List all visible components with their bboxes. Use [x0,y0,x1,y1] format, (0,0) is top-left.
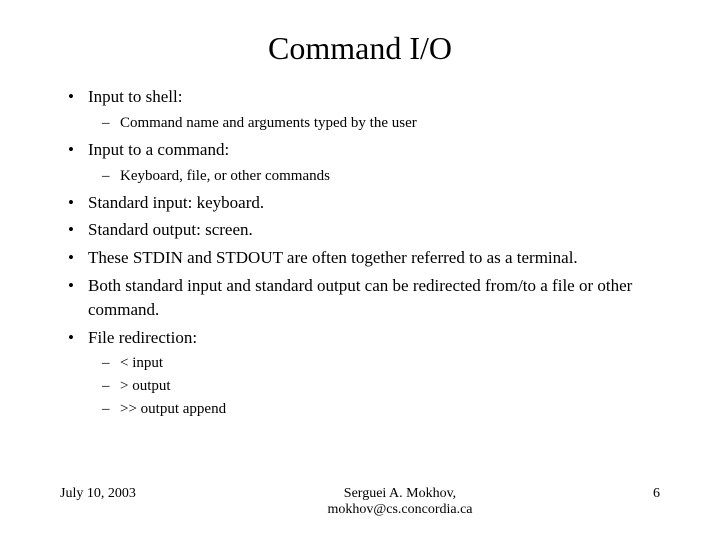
sub-bullet-list: Keyboard, file, or other commands [88,166,660,187]
bullet-item: Input to shell: Command name and argumen… [60,85,660,134]
footer-page-number: 6 [600,486,660,502]
footer-author-email: mokhov@cs.concordia.ca [200,502,600,518]
bullet-text: Input to shell: [88,87,182,106]
sub-bullet-item: > output [88,376,660,397]
slide-content: Input to shell: Command name and argumen… [60,85,660,420]
sub-bullet-item: Keyboard, file, or other commands [88,166,660,187]
sub-bullet-item: < input [88,353,660,374]
bullet-list: Input to shell: Command name and argumen… [60,85,660,420]
bullet-item: Both standard input and standard output … [60,274,660,322]
sub-bullet-list: < input > output >> output append [88,353,660,420]
bullet-item: These STDIN and STDOUT are often togethe… [60,246,660,270]
footer-date: July 10, 2003 [60,486,200,502]
bullet-item: Input to a command: Keyboard, file, or o… [60,138,660,187]
bullet-item: Standard output: screen. [60,218,660,242]
bullet-text: File redirection: [88,328,197,347]
footer-author: Serguei A. Mokhov, mokhov@cs.concordia.c… [200,486,600,518]
slide-footer: July 10, 2003 Serguei A. Mokhov, mokhov@… [60,486,660,518]
sub-bullet-list: Command name and arguments typed by the … [88,113,660,134]
sub-bullet-item: >> output append [88,399,660,420]
footer-author-name: Serguei A. Mokhov, [200,486,600,502]
bullet-item: Standard input: keyboard. [60,191,660,215]
bullet-item: File redirection: < input > output >> ou… [60,326,660,421]
slide-title: Command I/O [60,30,660,67]
sub-bullet-item: Command name and arguments typed by the … [88,113,660,134]
slide: Command I/O Input to shell: Command name… [0,0,720,540]
bullet-text: Input to a command: [88,140,229,159]
